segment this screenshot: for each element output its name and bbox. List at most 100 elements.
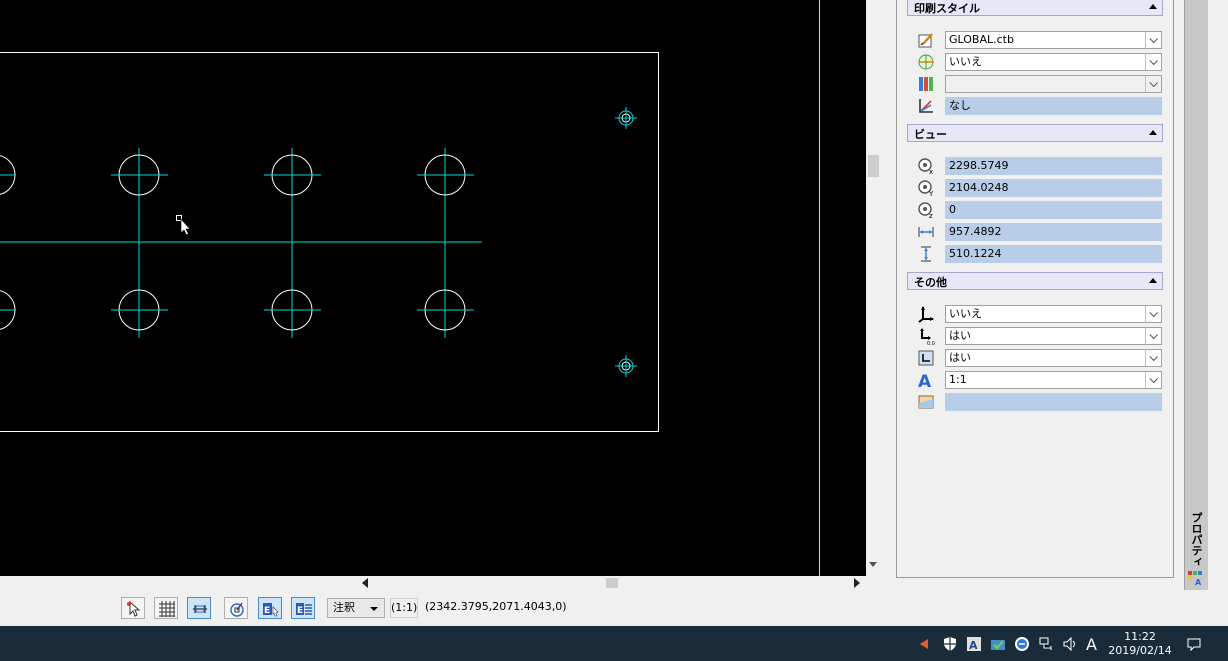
view-center-x-value[interactable]: 2298.5749 bbox=[945, 157, 1162, 175]
osnap-button[interactable] bbox=[224, 597, 248, 619]
properties-toggle-button[interactable]: E bbox=[291, 597, 315, 619]
snap-button[interactable] bbox=[187, 597, 211, 619]
system-clock[interactable]: 11:22 2019/02/14 bbox=[1108, 630, 1172, 658]
plot-style-icon bbox=[918, 33, 933, 48]
chevron-down-icon[interactable] bbox=[1145, 76, 1161, 92]
scroll-thumb[interactable] bbox=[868, 155, 879, 177]
property-row[interactable] bbox=[907, 392, 1163, 412]
view-center-y-value[interactable]: 2104.0248 bbox=[945, 179, 1162, 197]
drawing-canvas[interactable] bbox=[0, 0, 866, 576]
annotation-dropdown[interactable]: 注釈 bbox=[327, 598, 385, 618]
ucs-origin-dropdown[interactable]: はい bbox=[945, 327, 1162, 345]
plot-type-value[interactable]: なし bbox=[945, 97, 1162, 115]
plot-style-dropdown[interactable]: GLOBAL.ctb bbox=[945, 31, 1162, 49]
grid-button[interactable] bbox=[154, 597, 178, 619]
property-row[interactable]: GLOBAL.ctb bbox=[907, 30, 1163, 50]
property-row[interactable]: なし bbox=[907, 96, 1163, 116]
chevron-down-icon[interactable] bbox=[1145, 306, 1161, 322]
properties-panel: 印刷スタイル GLOBAL.ctb いいえ なし ビュー x 2298.5749… bbox=[896, 0, 1174, 578]
hole bbox=[0, 290, 16, 330]
scroll-right-arrow-icon[interactable] bbox=[854, 578, 860, 588]
checkmark-tray-icon[interactable] bbox=[990, 636, 1006, 652]
scroll-thumb[interactable] bbox=[606, 578, 618, 588]
network-globe-icon[interactable] bbox=[1014, 636, 1030, 652]
palette-title-bar[interactable]: プロパティ A bbox=[1184, 0, 1208, 590]
plot-type-icon bbox=[919, 99, 933, 113]
hole bbox=[0, 155, 16, 195]
svg-text:x: x bbox=[929, 168, 933, 175]
property-row[interactable]: いいえ bbox=[907, 304, 1163, 324]
ucs-icon-on-icon bbox=[918, 306, 934, 323]
visual-style-value[interactable] bbox=[945, 393, 1162, 411]
section-misc[interactable]: その他 bbox=[907, 272, 1163, 290]
isolate-objects-icon: E bbox=[263, 603, 279, 617]
section-view[interactable]: ビュー bbox=[907, 124, 1163, 142]
drawing-geometry bbox=[0, 0, 820, 576]
properties-palette: 印刷スタイル GLOBAL.ctb いいえ なし ビュー x 2298.5749… bbox=[881, 0, 1228, 590]
target-mark bbox=[615, 107, 637, 129]
property-row[interactable]: A 1:1 bbox=[907, 370, 1163, 390]
ortho-snap-icon bbox=[193, 605, 207, 613]
center-x-icon: x bbox=[918, 158, 933, 175]
ime-indicator[interactable]: A bbox=[1086, 635, 1097, 654]
chevron-down-icon[interactable] bbox=[1145, 372, 1161, 388]
property-row[interactable]: 0,0 はい bbox=[907, 326, 1163, 346]
scroll-down-arrow-icon[interactable] bbox=[869, 562, 877, 567]
isolate-button[interactable]: E bbox=[258, 597, 282, 619]
chevron-down-icon[interactable] bbox=[1145, 32, 1161, 48]
plot-table-icon bbox=[919, 77, 933, 91]
notification-arrow-icon[interactable] bbox=[916, 636, 932, 652]
property-row[interactable]: z 0 bbox=[907, 200, 1163, 220]
property-row[interactable]: x 2298.5749 bbox=[907, 156, 1163, 176]
network-wired-icon[interactable] bbox=[1038, 636, 1054, 652]
annotation-scale-icon: A bbox=[918, 372, 932, 389]
chevron-down-icon[interactable] bbox=[1145, 54, 1161, 70]
windows-taskbar: A A 11:22 2019/02/14 bbox=[0, 626, 1228, 661]
view-height-value[interactable]: 510.1224 bbox=[945, 245, 1162, 263]
volume-icon[interactable] bbox=[1062, 636, 1078, 652]
selection-cycling-button[interactable] bbox=[121, 597, 145, 619]
action-center-icon[interactable] bbox=[1186, 636, 1202, 652]
section-title: ビュー bbox=[914, 128, 947, 141]
property-row[interactable]: はい bbox=[907, 348, 1163, 368]
section-title: 印刷スタイル bbox=[914, 2, 980, 15]
chevron-down-icon[interactable] bbox=[1145, 328, 1161, 344]
property-row[interactable]: 510.1224 bbox=[907, 244, 1163, 264]
view-width-value[interactable]: 957.4892 bbox=[945, 223, 1162, 241]
object-snap-icon bbox=[230, 602, 244, 617]
canvas-horizontal-scrollbar[interactable] bbox=[0, 576, 866, 590]
center-z-icon: z bbox=[918, 202, 933, 219]
plot-table-dropdown[interactable] bbox=[945, 75, 1162, 93]
ucs-icon-on-dropdown[interactable]: いいえ bbox=[945, 305, 1162, 323]
properties-icon: E bbox=[296, 603, 312, 616]
section-plot-style[interactable]: 印刷スタイル bbox=[907, 0, 1163, 16]
chevron-down-icon[interactable] bbox=[1145, 350, 1161, 366]
canvas-vertical-scrollbar[interactable] bbox=[866, 0, 881, 576]
ucs-per-viewport-dropdown[interactable]: はい bbox=[945, 349, 1162, 367]
status-bar: E E 注釈 (1:1) (2342.3795,2071.4043,0) bbox=[0, 590, 1228, 626]
property-row[interactable]: いいえ bbox=[907, 52, 1163, 72]
collapse-arrow-icon[interactable] bbox=[1149, 4, 1157, 9]
svg-text:A: A bbox=[1195, 578, 1202, 586]
property-row[interactable] bbox=[907, 74, 1163, 94]
target-mark bbox=[615, 355, 637, 377]
plot-display-dropdown[interactable]: いいえ bbox=[945, 53, 1162, 71]
cursor-select-icon bbox=[127, 600, 141, 617]
security-shield-icon[interactable] bbox=[942, 636, 958, 652]
grid-icon bbox=[159, 601, 175, 617]
property-row[interactable]: 957.4892 bbox=[907, 222, 1163, 242]
app-tray-icon[interactable]: A bbox=[966, 636, 982, 652]
scroll-left-arrow-icon[interactable] bbox=[362, 578, 368, 588]
svg-text:E: E bbox=[264, 606, 270, 616]
annotation-scale-dropdown[interactable]: 1:1 bbox=[945, 371, 1162, 389]
mouse-cursor-icon bbox=[176, 215, 191, 236]
ucs-per-viewport-icon bbox=[918, 350, 934, 366]
view-center-z-value[interactable]: 0 bbox=[945, 201, 1162, 219]
cursor-coordinates: (2342.3795,2071.4043,0) bbox=[425, 600, 567, 613]
collapse-arrow-icon[interactable] bbox=[1149, 278, 1157, 283]
properties-palette-icon[interactable]: A bbox=[1187, 570, 1205, 586]
property-row[interactable]: Y 2104.0248 bbox=[907, 178, 1163, 198]
scale-indicator[interactable]: (1:1) bbox=[390, 598, 418, 618]
visual-style-icon bbox=[918, 395, 934, 409]
collapse-arrow-icon[interactable] bbox=[1149, 130, 1157, 135]
